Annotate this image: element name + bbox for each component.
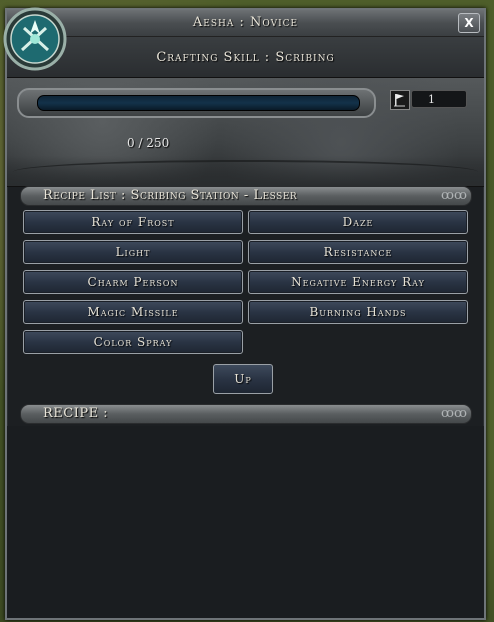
skill-progress-panel: 1 0 / 250: [7, 78, 484, 187]
recipe-button-resistance[interactable]: Resistance: [248, 240, 468, 264]
scroll-ornament-icon: ꝏꝏ: [441, 406, 467, 421]
stone-scroll-ornament: [13, 160, 478, 172]
recipe-button-color-spray[interactable]: Color Spray: [23, 330, 243, 354]
progress-track: [37, 95, 360, 111]
close-button[interactable]: X: [458, 13, 480, 33]
skill-progress-text: 0 / 250: [127, 136, 170, 150]
recipe-detail-area: [7, 426, 484, 618]
recipe-header: RECIPE : ꝏꝏ: [20, 404, 472, 424]
recipe-button-ray-of-frost[interactable]: Ray of Frost: [23, 210, 243, 234]
crafting-window: Aesha : Novice X Crafting Skill : Scribi…: [5, 8, 486, 620]
up-button[interactable]: Up: [213, 364, 273, 394]
recipe-button-charm-person[interactable]: Charm Person: [23, 270, 243, 294]
recipe-button-light[interactable]: Light: [23, 240, 243, 264]
recipe-list-title: Recipe List : Scribing Station - Lesser: [43, 188, 298, 203]
recipe-button-burning-hands[interactable]: Burning Hands: [248, 300, 468, 324]
scroll-ornament-icon: ꝏꝏ: [441, 188, 467, 203]
skill-progress-bar: [17, 88, 376, 118]
stone-decoration: [7, 156, 484, 186]
recipe-button-daze[interactable]: Daze: [248, 210, 468, 234]
recipe-button-magic-missile[interactable]: Magic Missile: [23, 300, 243, 324]
flag-icon[interactable]: [390, 90, 410, 110]
skill-level-value: 1: [411, 90, 467, 108]
recipe-button-negative-energy-ray[interactable]: Negative Energy Ray: [248, 270, 468, 294]
window-titlebar[interactable]: Aesha : Novice X: [7, 10, 484, 37]
window-title: Aesha : Novice: [192, 15, 299, 30]
recipe-title: RECIPE :: [43, 406, 109, 421]
crafting-emblem-icon: [2, 6, 68, 72]
crafting-skill-title: Crafting Skill : Scribing: [156, 50, 335, 65]
recipe-list-header: Recipe List : Scribing Station - Lesser …: [20, 186, 472, 206]
skill-subtitle-bar: Crafting Skill : Scribing: [7, 37, 484, 78]
